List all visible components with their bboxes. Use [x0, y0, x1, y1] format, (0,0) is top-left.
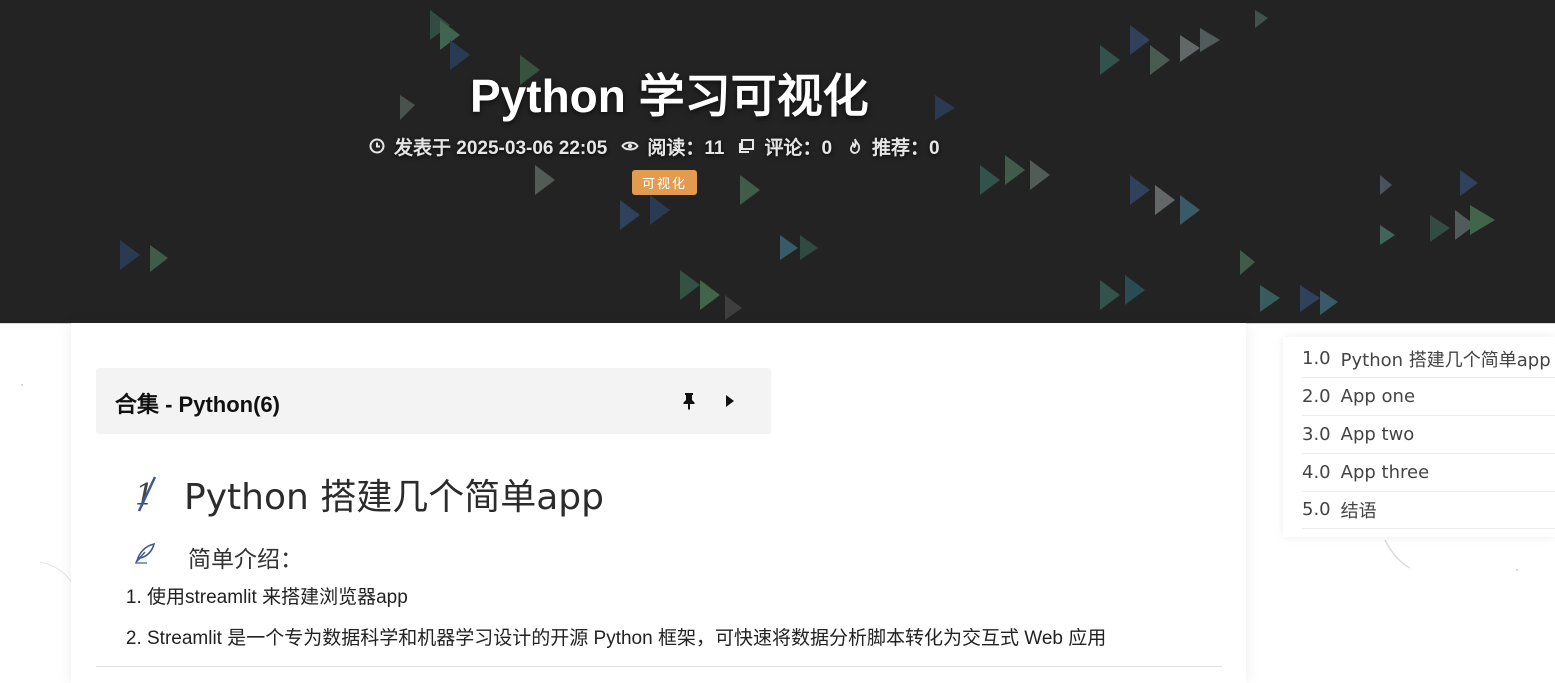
triangle-pattern-background	[120, 10, 1495, 320]
clock-icon	[368, 137, 386, 155]
toc-item-number: 3.0	[1302, 424, 1331, 445]
views-count: 阅读：11	[647, 137, 725, 159]
collection-label: 合集 - Python(6)	[115, 392, 280, 417]
play-icon[interactable]	[724, 393, 736, 409]
toc-item[interactable]: 1.0 Python 搭建几个简单app	[1302, 340, 1555, 378]
toc-item-label: App three	[1340, 462, 1430, 483]
pin-icon[interactable]	[681, 392, 697, 410]
toc-item-label: 结语	[1340, 500, 1377, 522]
divider	[96, 666, 1222, 667]
intro-list: 使用streamlit 来搭建浏览器app Streamlit 是一个专为数据科…	[125, 585, 1106, 667]
category-tag[interactable]: 可视化	[632, 170, 697, 195]
toc-item-number: 1.0	[1302, 348, 1331, 369]
feather-pen-icon	[133, 541, 157, 565]
table-of-contents: 1.0 Python 搭建几个简单app 2.0 App one 3.0 App…	[1283, 337, 1555, 537]
article-heading: Python 搭建几个简单app	[184, 477, 604, 518]
toc-item-label: Python 搭建几个简单app	[1340, 349, 1551, 371]
article-subheading: 简单介绍：	[188, 547, 303, 573]
toc-item[interactable]: 3.0 App two	[1302, 416, 1555, 454]
list-item: 使用streamlit 来搭建浏览器app	[147, 585, 1106, 626]
meta-posted: 发表于 2025-03-06 22:05	[368, 133, 607, 160]
header-banner: Python 学习可视化 发表于 2025-03-06 22:05 阅读：11 …	[0, 0, 1555, 324]
comments-count: 评论：0	[764, 137, 833, 159]
flame-icon	[846, 137, 864, 155]
toc-item-label: App two	[1340, 424, 1415, 445]
posted-date: 发表于 2025-03-06 22:05	[394, 137, 608, 159]
article-card: 合集 - Python(6) 1 Python 搭建几个简单app 简单介绍： …	[71, 323, 1246, 683]
list-item: Streamlit 是一个专为数据科学和机器学习设计的开源 Python 框架，…	[147, 626, 1106, 667]
toc-item-number: 5.0	[1302, 499, 1331, 520]
meta-recommend: 推荐：0	[846, 133, 940, 160]
recommend-count: 推荐：0	[872, 137, 940, 159]
toc-item-label: App one	[1340, 386, 1416, 407]
number-one-icon: 1	[133, 473, 163, 513]
toc-item[interactable]: 2.0 App one	[1302, 378, 1555, 416]
meta-comments[interactable]: 评论：0	[738, 133, 832, 160]
post-meta: 发表于 2025-03-06 22:05 阅读：11 评论：0 推荐：0	[368, 133, 954, 159]
toc-item[interactable]: 5.0 结语	[1302, 491, 1555, 529]
eye-icon	[621, 137, 639, 155]
post-title: Python 学习可视化	[470, 70, 869, 122]
collection-bar[interactable]: 合集 - Python(6)	[96, 368, 771, 434]
meta-views: 阅读：11	[621, 133, 724, 160]
toc-item-number: 4.0	[1302, 462, 1331, 483]
toc-item-number: 2.0	[1302, 386, 1331, 407]
toc-item[interactable]: 4.0 App three	[1302, 454, 1555, 492]
comment-icon	[738, 137, 756, 155]
